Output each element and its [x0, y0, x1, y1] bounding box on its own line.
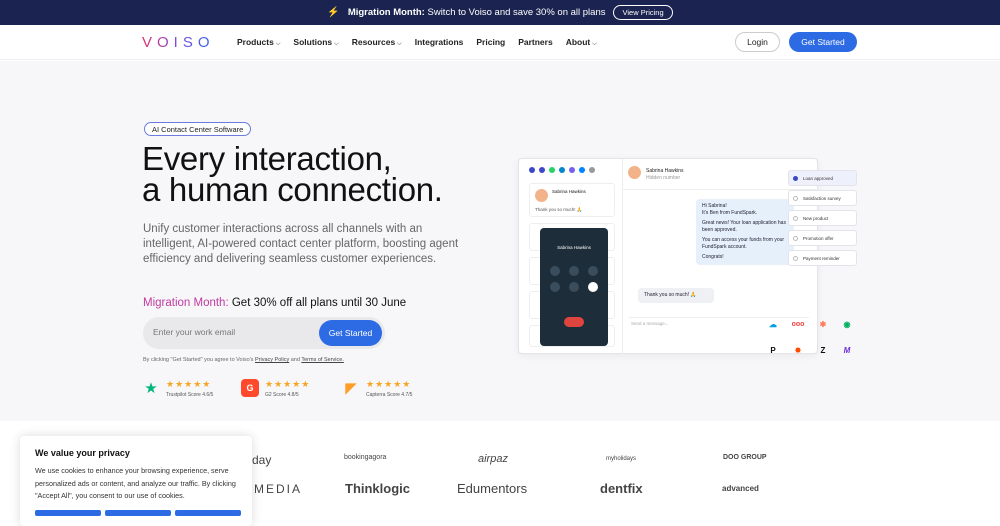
- ai-option[interactable]: New product: [788, 210, 857, 226]
- avatar: [535, 189, 548, 202]
- nav-get-started-button[interactable]: Get Started: [789, 32, 857, 52]
- whatsapp-icon: [549, 167, 555, 173]
- lightning-icon: ⚡: [327, 7, 340, 18]
- softphone: Sabrina Hawkins: [540, 228, 608, 346]
- stars: ★★★★★: [366, 379, 412, 389]
- avatar: [628, 166, 641, 179]
- client-logo: advanced: [722, 484, 759, 493]
- trustpilot-icon: ★: [144, 380, 158, 397]
- main-menu: Products ⌵ Solutions ⌵ Resources ⌵ Integrat…: [237, 37, 597, 48]
- voiso-logo[interactable]: VOISO: [142, 34, 215, 51]
- navbar: VOISO Products ⌵ Solutions ⌵ Resources ⌵ In…: [0, 25, 1000, 60]
- cookie-text: We use cookies to enhance your browsing …: [35, 466, 236, 500]
- ai-option[interactable]: Promotion offer: [788, 230, 857, 246]
- client-logo: bookingagora: [344, 454, 387, 461]
- capterra-icon: ◤: [345, 380, 357, 397]
- mute-icon[interactable]: [550, 266, 561, 276]
- email-form: Enter your work email Get Started: [143, 317, 385, 349]
- migration-offer: Migration Month: Get 30% off all plans u…: [143, 297, 407, 309]
- salesforce-icon: ☁: [769, 319, 777, 329]
- pipedrive-icon: P: [770, 345, 776, 355]
- conference-icon[interactable]: [587, 282, 598, 292]
- hero-badge: AI Contact Center Software: [144, 122, 252, 136]
- conversation-card[interactable]: Sabrina Hawkins Thank you so much! 🙏: [529, 183, 615, 217]
- chevron-down-icon: ⌵: [334, 41, 339, 47]
- stars: ★★★★★: [166, 379, 212, 389]
- cookie-consent-dialog: We value your privacy We use cookies to …: [20, 436, 252, 526]
- nav-solutions[interactable]: Solutions ⌵: [293, 37, 338, 48]
- chevron-down-icon: ⌵: [397, 41, 402, 47]
- hubspot-icon: ✱: [819, 319, 827, 329]
- login-button[interactable]: Login: [735, 32, 780, 52]
- hero-get-started-button[interactable]: Get Started: [319, 320, 382, 346]
- g2-icon: G: [241, 379, 259, 397]
- promo-banner: ⚡ Migration Month: Switch to Voiso and s…: [0, 0, 1000, 25]
- zendesk-icon: Z: [820, 345, 826, 355]
- ai-option[interactable]: Payment reminder: [788, 250, 857, 266]
- zoho-icon: ooo: [791, 320, 805, 328]
- rating-g2[interactable]: G ★★★★★ G2 Score 4.8/5: [241, 379, 310, 398]
- cookie-button[interactable]: [175, 510, 241, 516]
- keypad-icon[interactable]: [568, 266, 579, 276]
- radio-icon: [793, 236, 798, 241]
- channel-icons: [529, 167, 595, 173]
- freshdesk-icon: ◉: [843, 319, 851, 329]
- radio-icon: [793, 216, 798, 221]
- terms-link[interactable]: Terms of Service.: [301, 357, 343, 363]
- transfer-icon[interactable]: [568, 282, 579, 292]
- cookie-title: We value your privacy: [35, 448, 130, 458]
- zapier-icon: ✸: [794, 345, 802, 355]
- nav-partners[interactable]: Partners: [518, 37, 553, 48]
- nav-pricing[interactable]: Pricing: [476, 37, 505, 48]
- banner-text: Switch to Voiso and save 30% on all plan…: [427, 7, 606, 18]
- chevron-down-icon: ⌵: [592, 41, 597, 47]
- email-icon: [589, 167, 595, 173]
- viber-icon: [569, 167, 575, 173]
- client-logo: myholidays: [606, 456, 637, 462]
- messenger-icon: [579, 167, 585, 173]
- nav-products[interactable]: Products ⌵: [237, 37, 280, 48]
- client-logo: day: [252, 453, 272, 467]
- radio-icon: [793, 176, 798, 181]
- nav-integrations[interactable]: Integrations: [415, 37, 464, 48]
- cookie-button[interactable]: [35, 510, 101, 516]
- client-logo: DOO GROUP: [723, 454, 767, 461]
- cookie-button[interactable]: [105, 510, 171, 516]
- rating-trustpilot[interactable]: ★ ★★★★★ Trustpilot Score 4.6/5: [142, 379, 213, 398]
- legal-text: By clicking "Get Started" you agree to V…: [143, 357, 344, 363]
- hold-icon[interactable]: [587, 266, 598, 276]
- call-controls: [548, 266, 600, 292]
- radio-icon: [793, 196, 798, 201]
- chat-header: Sabrina Hawkins Hidden number: [628, 166, 684, 181]
- telegram-icon: [559, 167, 565, 173]
- client-logo: airpaz: [478, 453, 508, 465]
- banner-title: Migration Month:: [347, 7, 425, 18]
- client-logo: MEDIA: [254, 482, 303, 496]
- ai-option[interactable]: Satisfaction survey: [788, 190, 857, 206]
- hero-title: Every interaction, a human connection.: [142, 140, 443, 208]
- client-logo: dentfix: [600, 481, 643, 496]
- chevron-down-icon: ⌵: [275, 41, 281, 47]
- record-icon[interactable]: [550, 282, 561, 292]
- outgoing-message: Hi Sabrina! It's Ben from FundSpark. Gre…: [696, 199, 794, 265]
- hero-subtitle: Unify customer interactions across all c…: [143, 223, 459, 265]
- email-field[interactable]: Enter your work email: [153, 327, 235, 337]
- rating-capterra[interactable]: ◤ ★★★★★ Capterra Score 4.7/5: [342, 379, 412, 398]
- stars: ★★★★★: [265, 379, 311, 389]
- client-logo: Edumentors: [457, 481, 528, 496]
- nav-resources[interactable]: Resources ⌵: [352, 37, 402, 48]
- sms-icon: [539, 167, 545, 173]
- make-icon: M: [843, 345, 851, 355]
- incoming-message: Thank you so much! 🙏: [638, 288, 714, 303]
- end-call-button[interactable]: [564, 317, 584, 327]
- nav-about[interactable]: About ⌵: [566, 37, 597, 48]
- privacy-policy-link[interactable]: Privacy Policy: [255, 357, 289, 363]
- radio-icon: [793, 256, 798, 261]
- message-input[interactable]: Send a message...: [631, 321, 669, 326]
- view-pricing-button[interactable]: View Pricing: [613, 5, 673, 20]
- ai-option[interactable]: Loan approved: [788, 170, 857, 186]
- client-logo: Thinklogic: [345, 481, 410, 496]
- phone-icon: [529, 167, 535, 173]
